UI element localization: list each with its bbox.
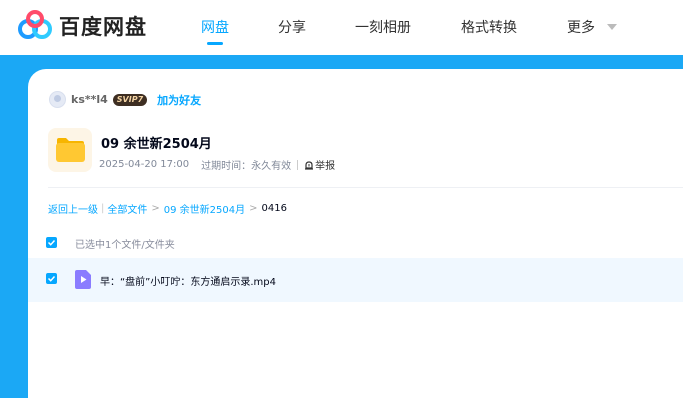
- breadcrumb-parent-link[interactable]: 09 余世新2504月: [164, 201, 245, 216]
- selection-count-text: 已选中1个文件/文件夹: [75, 240, 175, 251]
- file-row[interactable]: 早：“盘前”小叮咛：东方通启示录.mp4: [28, 258, 683, 302]
- folder-meta: 2025-04-20 17:00 过期时间：永久有效 举报: [99, 157, 335, 172]
- share-card: ks**l4 SVIP7 加为好友 09 余世新2504月 2025-04-20…: [28, 69, 683, 398]
- folder-icon: [56, 138, 85, 162]
- folder-title: 09 余世新2504月: [101, 137, 212, 152]
- top-nav-bar: 百度网盘 网盘 分享 一刻相册 格式转换 更多: [0, 0, 683, 55]
- share-date: 2025-04-20 17:00: [99, 159, 190, 170]
- report-label: 举报: [315, 161, 336, 172]
- breadcrumb-chevron: >: [249, 203, 258, 214]
- nav-tab-share[interactable]: 分享: [278, 17, 306, 37]
- caret-down-icon[interactable]: [607, 24, 617, 30]
- sharer-info: ks**l4 SVIP7 加为好友: [49, 91, 201, 108]
- breadcrumb-all-files-link[interactable]: 全部文件: [107, 201, 147, 216]
- nav-tab-photo-album[interactable]: 一刻相册: [355, 17, 411, 37]
- sharer-username[interactable]: ks**l4: [71, 93, 108, 106]
- meta-divider: [297, 159, 299, 170]
- breadcrumb: 返回上一级 | 全部文件 > 09 余世新2504月 > 0416: [48, 201, 287, 216]
- checkmark-icon: [47, 275, 56, 282]
- breadcrumb-chevron: >: [151, 203, 160, 214]
- divider-line: [48, 187, 683, 188]
- report-icon: [305, 160, 314, 170]
- baidu-netdisk-logo-icon: [18, 10, 52, 39]
- svip-badge: SVIP7: [112, 93, 148, 106]
- checkmark-icon: [47, 239, 56, 246]
- file-checkbox[interactable]: [46, 273, 57, 284]
- avatar[interactable]: [49, 91, 66, 108]
- brand-logo[interactable]: 百度网盘: [17, 10, 147, 42]
- file-name[interactable]: 早：“盘前”小叮咛：东方通启示录.mp4: [100, 273, 276, 288]
- folder-thumbnail: [48, 128, 92, 172]
- breadcrumb-separator: |: [101, 203, 105, 214]
- nav-tab-netdisk[interactable]: 网盘: [201, 17, 229, 37]
- breadcrumb-current: 0416: [261, 203, 287, 214]
- breadcrumb-back-link[interactable]: 返回上一级: [48, 201, 98, 216]
- nav-active-indicator: [207, 42, 223, 45]
- nav-tab-more[interactable]: 更多: [567, 17, 595, 37]
- report-button[interactable]: 举报: [304, 157, 335, 172]
- add-friend-link[interactable]: 加为好友: [157, 92, 201, 108]
- expiry-info: 过期时间：永久有效: [201, 161, 292, 172]
- select-all-checkbox[interactable]: [46, 237, 57, 248]
- video-file-icon: [75, 270, 91, 289]
- nav-tab-format-convert[interactable]: 格式转换: [461, 17, 517, 37]
- brand-name: 百度网盘: [59, 15, 147, 39]
